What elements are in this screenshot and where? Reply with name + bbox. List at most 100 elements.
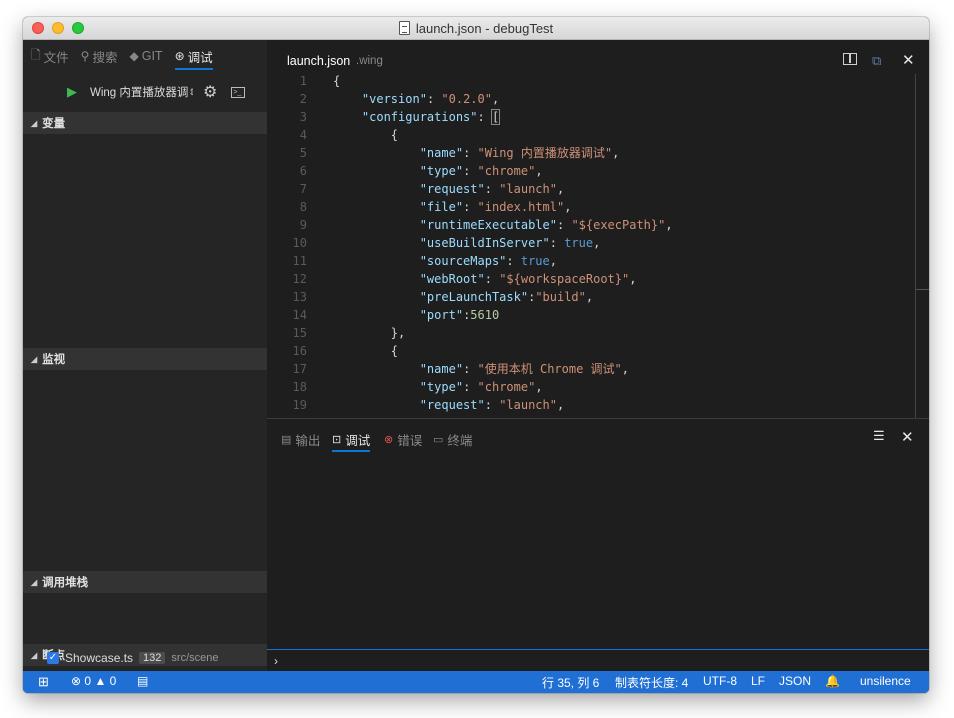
tab-debug-label: 调试 bbox=[187, 50, 213, 65]
tab-output[interactable]: ▤ 输出 bbox=[281, 430, 320, 449]
section-callstack-label: 调用堆栈 bbox=[42, 577, 89, 589]
collapse-triangle-icon: ◢ bbox=[31, 118, 38, 128]
code-line: 6 "type": "chrome", bbox=[299, 164, 543, 178]
section-watch-label: 监视 bbox=[42, 354, 66, 366]
code-line: 13 "preLaunchTask":"build", bbox=[292, 290, 594, 304]
tab-files[interactable]: 🗋 文件 bbox=[31, 40, 69, 72]
project-icon[interactable]: ⊞ bbox=[38, 674, 49, 690]
encoding[interactable]: UTF-8 bbox=[703, 674, 737, 688]
close-editor-icon[interactable]: ✕ bbox=[902, 51, 915, 69]
editor-tab-ext: .wing bbox=[356, 55, 383, 67]
warning-count: 0 bbox=[109, 674, 117, 688]
code-line: 9 "runtimeExecutable": "${execPath}", bbox=[299, 218, 673, 232]
code-line: 15 }, bbox=[292, 326, 406, 340]
clear-console-icon[interactable]: ☰ bbox=[873, 428, 885, 444]
tab-debug-console[interactable]: ⊡ 调试 bbox=[332, 430, 371, 452]
file-icon: 🗋 bbox=[31, 47, 41, 62]
tab-git-label: GIT bbox=[141, 49, 163, 63]
start-debugging-icon[interactable]: ▶ bbox=[67, 85, 79, 99]
breakpoint-path: src/scene bbox=[171, 652, 219, 664]
editor-scrollbar[interactable] bbox=[915, 74, 929, 418]
error-icon: ⊗ bbox=[384, 434, 394, 446]
breakpoint-line-badge: 132 bbox=[139, 652, 166, 664]
app-window: launch.json - debugTest 🗋 文件 ⚲ 搜索 ◆ GIT … bbox=[23, 17, 929, 693]
code-line: 2 "version": "0.2.0", bbox=[299, 92, 500, 106]
code-line: 8 "file": "index.html", bbox=[299, 200, 572, 214]
code-editor[interactable]: 1{ 2 "version": "0.2.0", 3 "configuratio… bbox=[267, 72, 929, 417]
collapse-triangle-icon: ◢ bbox=[31, 354, 38, 364]
section-variables-label: 变量 bbox=[42, 118, 66, 130]
language-mode[interactable]: JSON bbox=[779, 674, 811, 688]
code-line: 3 "configurations": [ bbox=[299, 109, 501, 125]
code-line: 4 { bbox=[299, 128, 399, 142]
terminal-status-icon[interactable]: ▤ bbox=[137, 674, 148, 688]
debug-toolbar: ▶ Wing 内置播放器调 ⇕ ⚙ >_ bbox=[23, 72, 267, 112]
gear-icon[interactable]: ⚙ bbox=[203, 82, 217, 102]
open-changes-icon[interactable]: ⧉ bbox=[872, 53, 881, 69]
code-line: 14 "port":5610 bbox=[292, 308, 500, 322]
warning-count-icon: ▲ bbox=[94, 674, 107, 688]
checkbox-checked-icon[interactable]: ✓ bbox=[47, 652, 59, 664]
sidebar: 🗋 文件 ⚲ 搜索 ◆ GIT ⊛ 调试 ▶ Wing 内置播放器调 ⇕ ⚙ >… bbox=[23, 40, 267, 671]
tab-size[interactable]: 制表符长度: 4 bbox=[615, 674, 688, 691]
tab-terminal-label: 终端 bbox=[447, 434, 473, 448]
debug-config-select[interactable]: Wing 内置播放器调 ⇕ bbox=[85, 82, 193, 102]
code-line: 10 "useBuildInServer": true, bbox=[292, 236, 601, 250]
window-title: launch.json - debugTest bbox=[415, 20, 554, 36]
tab-errors-label: 错误 bbox=[397, 434, 423, 448]
tab-search-label: 搜索 bbox=[92, 50, 118, 65]
sidebar-tabs: 🗋 文件 ⚲ 搜索 ◆ GIT ⊛ 调试 bbox=[23, 40, 267, 72]
terminal-icon: ▭ bbox=[433, 434, 444, 446]
user-name[interactable]: unsilence bbox=[860, 674, 911, 688]
editor-tab-launch-json[interactable]: launch.json bbox=[287, 54, 350, 68]
code-line: 7 "request": "launch", bbox=[299, 182, 565, 196]
close-panel-icon[interactable]: ✕ bbox=[901, 428, 914, 446]
collapse-triangle-icon: ◢ bbox=[31, 650, 38, 660]
console-input[interactable]: › bbox=[267, 649, 929, 671]
tab-git[interactable]: ◆ GIT bbox=[129, 40, 162, 72]
document-icon bbox=[398, 21, 410, 35]
code-line: 11 "sourceMaps": true, bbox=[292, 254, 557, 268]
git-icon: ◆ bbox=[129, 49, 139, 63]
code-line: 18 "type": "chrome", bbox=[292, 380, 543, 394]
code-line: 12 "webRoot": "${workspaceRoot}", bbox=[292, 272, 637, 286]
code-line: 16 { bbox=[292, 344, 399, 358]
code-line: 1{ bbox=[299, 74, 341, 88]
console-icon[interactable]: >_ bbox=[231, 86, 246, 98]
window-close-button[interactable] bbox=[32, 22, 44, 34]
section-watch[interactable]: ◢ 监视 bbox=[23, 348, 267, 370]
window-minimize-button[interactable] bbox=[52, 22, 64, 34]
bottom-panel: ▤ 输出 ⊡ 调试 ⊗ 错误 ▭ 终端 ☰ ✕ bbox=[267, 418, 929, 671]
error-count: 0 bbox=[84, 674, 92, 688]
breakpoint-file: Showcase.ts bbox=[65, 651, 134, 665]
bell-icon[interactable]: 🔔 bbox=[825, 674, 840, 688]
window-title-group: launch.json - debugTest bbox=[398, 20, 554, 36]
prompt-chevron-icon: › bbox=[274, 653, 278, 668]
tab-output-label: 输出 bbox=[295, 434, 321, 448]
status-bar: ⊞ ⊗ 0 ▲ 0 ▤ 行 35, 列 6 制表符长度: 4 UTF-8 LF … bbox=[23, 671, 929, 693]
scrollbar-marker bbox=[916, 289, 929, 290]
tab-debug-console-label: 调试 bbox=[345, 434, 371, 448]
window-maximize-button[interactable] bbox=[72, 22, 84, 34]
section-callstack[interactable]: ◢ 调用堆栈 bbox=[23, 571, 267, 593]
tab-search[interactable]: ⚲ 搜索 bbox=[81, 40, 118, 72]
line-ending[interactable]: LF bbox=[751, 674, 765, 688]
error-count-icon: ⊗ bbox=[71, 674, 82, 688]
output-icon: ▤ bbox=[281, 434, 292, 446]
code-line: 5 "name": "Wing 内置播放器调试", bbox=[299, 146, 620, 160]
tab-terminal[interactable]: ▭ 终端 bbox=[433, 430, 472, 449]
section-variables[interactable]: ◢ 变量 bbox=[23, 112, 267, 134]
debug-config-value: Wing 内置播放器调 bbox=[90, 87, 189, 99]
search-icon: ⚲ bbox=[80, 49, 90, 63]
tab-debug[interactable]: ⊛ 调试 bbox=[174, 40, 213, 72]
tab-files-label: 文件 bbox=[43, 50, 69, 65]
cursor-position[interactable]: 行 35, 列 6 bbox=[542, 674, 599, 691]
breakpoint-item[interactable]: ✓ Showcase.ts 132 src/scene bbox=[47, 649, 218, 667]
debug-console-icon: ⊡ bbox=[332, 434, 342, 446]
code-line: 17 "name": "使用本机 Chrome 调试", bbox=[292, 362, 629, 376]
tab-errors[interactable]: ⊗ 错误 bbox=[384, 430, 422, 449]
code-line: 19 "request": "launch", bbox=[292, 398, 565, 412]
debug-icon: ⊛ bbox=[174, 49, 185, 63]
split-editor-icon[interactable] bbox=[843, 53, 857, 65]
problems-indicator[interactable]: ⊗ 0 ▲ 0 bbox=[71, 674, 116, 688]
